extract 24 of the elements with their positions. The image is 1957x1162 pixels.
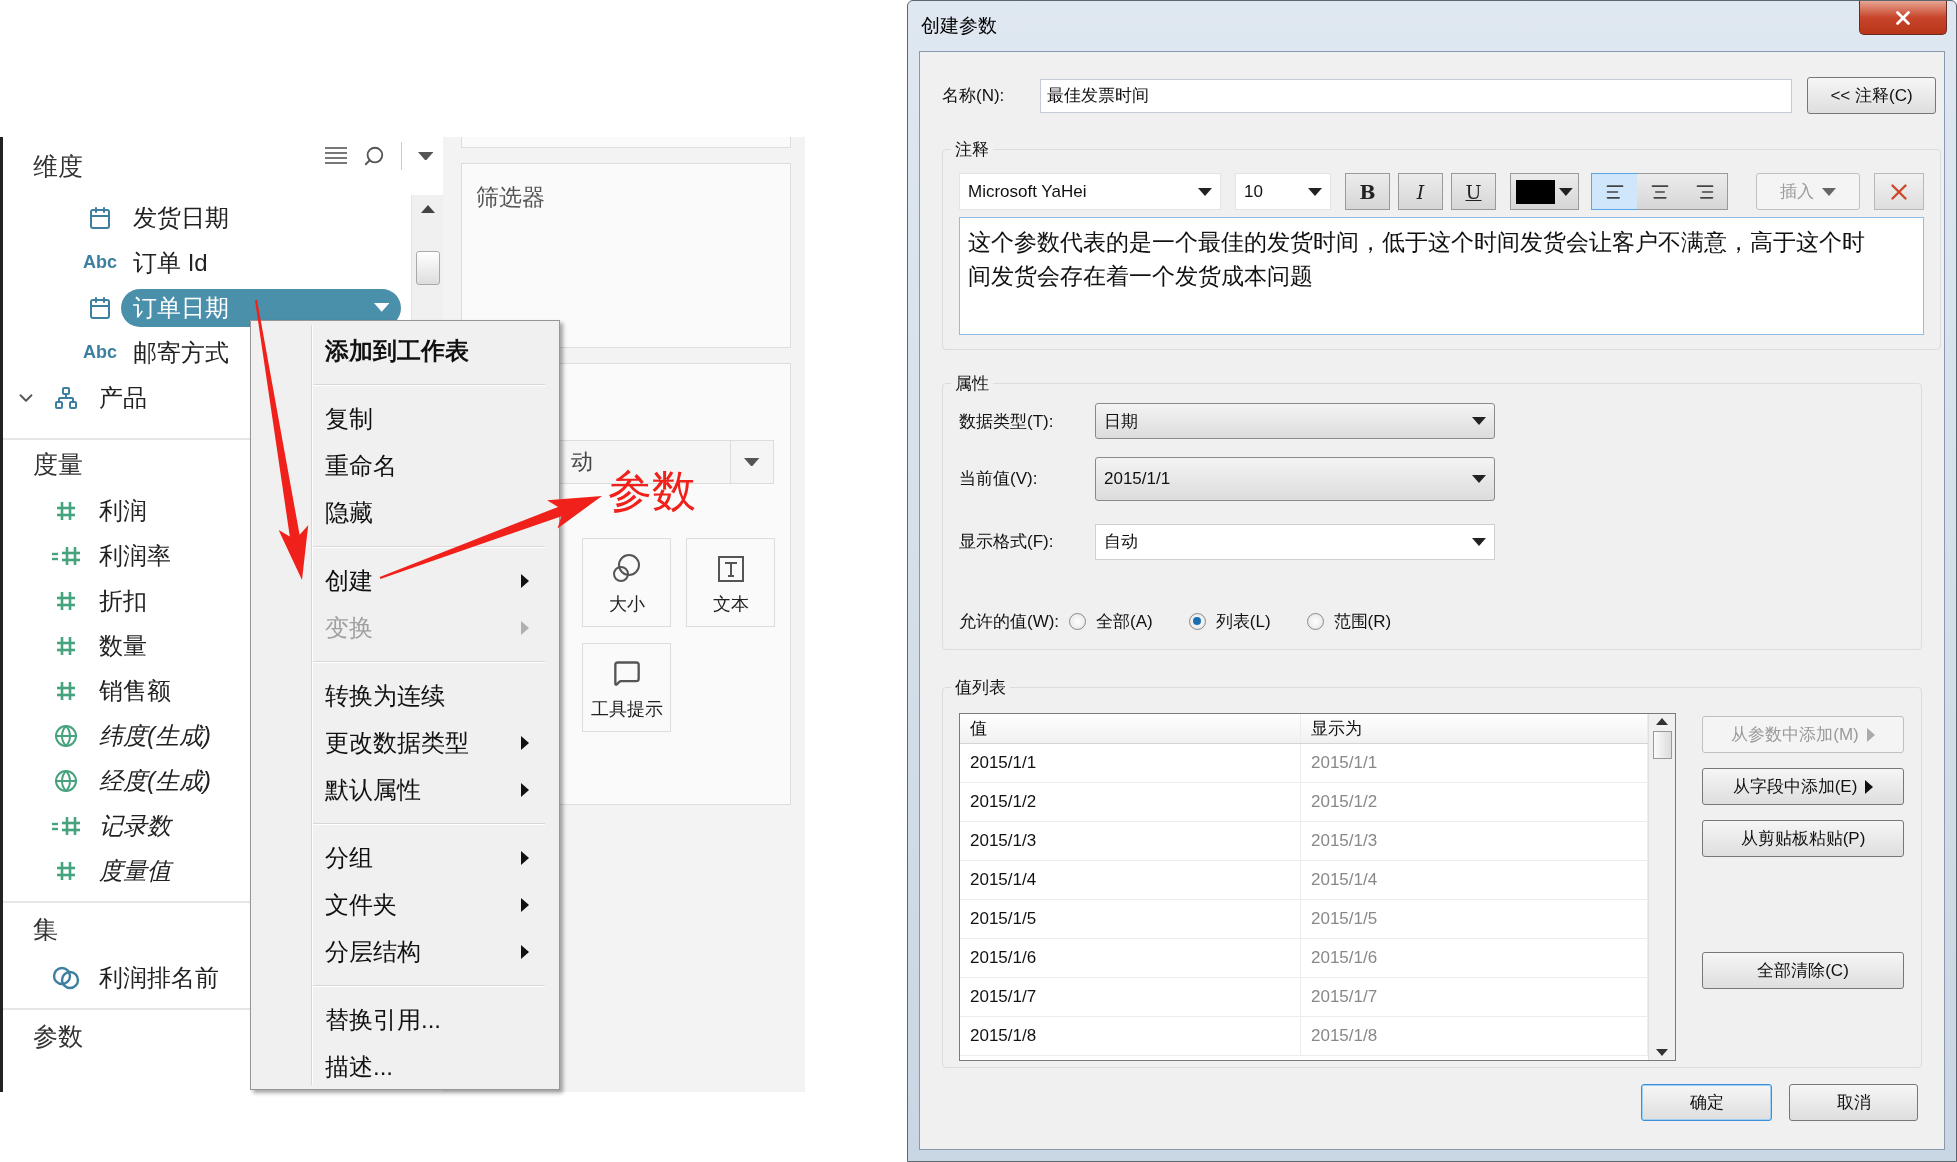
section-title: 度量 [33, 448, 83, 480]
section-title: 参数 [33, 1020, 83, 1052]
field-label: 数据类型(T): [959, 410, 1055, 433]
table-cell: 2015/1/8 [960, 1017, 1301, 1055]
field-label: 允许的值(W): [959, 610, 1060, 633]
table-cell: 2015/1/4 [960, 861, 1301, 899]
window-title: 创建参数 [921, 14, 997, 38]
table-cell: 2015/1/7 [960, 978, 1301, 1016]
section-title: 维度 [33, 150, 83, 182]
table-cell: 2015/1/3 [960, 822, 1301, 860]
table-cell: 2015/1/6 [960, 939, 1301, 977]
type-label: Abc [83, 342, 117, 363]
group-title: 注释 [954, 139, 990, 161]
table-cell: 2015/1/2 [960, 783, 1301, 821]
type-label: Abc [83, 252, 117, 273]
table-cell: 2015/1/1 [960, 744, 1301, 782]
group-title: 属性 [954, 373, 990, 395]
field-label: 显示格式(F): [959, 531, 1055, 553]
field-label: 当前值(V): [959, 468, 1039, 490]
group-title: 值列表 [954, 677, 1007, 699]
field-label: 名称(N): [942, 85, 1006, 107]
card-title: 筛选器 [476, 184, 545, 210]
table-cell: 2015/1/5 [960, 900, 1301, 938]
section-title: 集 [33, 913, 58, 945]
